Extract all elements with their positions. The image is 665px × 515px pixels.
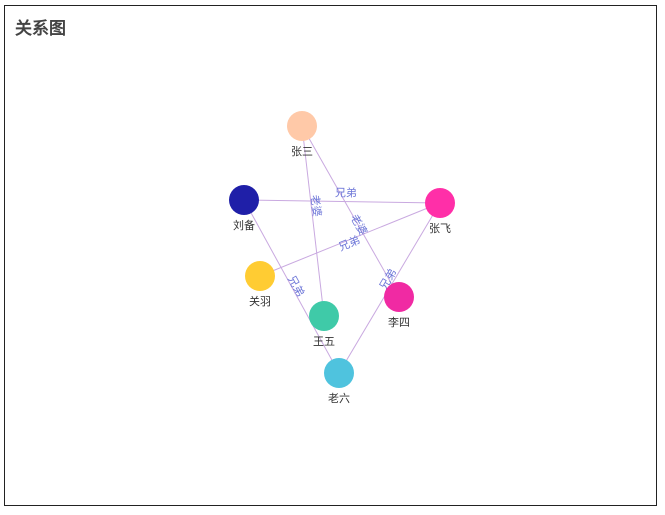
node-laoliu[interactable]: 老六 [324, 358, 354, 405]
edge-label-zhangsan-wangwu: 老婆 [308, 194, 323, 217]
node-zhangsan[interactable]: 张三 [287, 111, 317, 158]
node-wangwu[interactable]: 王五 [309, 301, 339, 348]
node-label-zhangfei: 张飞 [429, 222, 451, 235]
node-liubei[interactable]: 刘备 [229, 185, 259, 232]
node-circle-zhangsan[interactable] [287, 111, 317, 141]
edge-label-liubei-laoliu: 兄弟 [285, 273, 307, 299]
node-circle-zhangfei[interactable] [425, 188, 455, 218]
node-circle-liubei[interactable] [229, 185, 259, 215]
edge-liubei-zhangfei [243, 199, 441, 204]
node-circle-lisi[interactable] [384, 282, 414, 312]
node-label-guanyu: 关羽 [249, 294, 271, 308]
node-label-liubei: 刘备 [233, 218, 255, 232]
node-label-wangwu: 王五 [313, 335, 335, 348]
node-label-lisi: 李四 [388, 315, 410, 329]
edge-label-zhangsan-lisi: 老婆 [348, 212, 370, 238]
node-label-laoliu: 老六 [328, 392, 350, 405]
relationship-graph: 兄弟老婆老婆兄弟兄弟 兄弟 张三刘备 张飞关羽李四王五老六 [229, 111, 455, 405]
node-lisi[interactable]: 李四 [384, 282, 414, 329]
nodes-layer: 张三刘备 张飞关羽李四王五老六 [229, 111, 455, 405]
node-circle-wangwu[interactable] [309, 301, 339, 331]
node-circle-laoliu[interactable] [324, 358, 354, 388]
edge-label-liubei-zhangfei: 兄弟 [335, 186, 357, 199]
node-guanyu[interactable]: 关羽 [245, 261, 275, 308]
edge-labels-layer: 兄弟老婆老婆兄弟兄弟 兄弟 [285, 186, 399, 299]
edge-label-zhangfei-guanyu: 兄弟 [337, 233, 362, 253]
node-zhangfei[interactable]: 张飞 [425, 188, 455, 235]
node-circle-guanyu[interactable] [245, 261, 275, 291]
node-label-zhangsan: 张三 [291, 145, 313, 158]
